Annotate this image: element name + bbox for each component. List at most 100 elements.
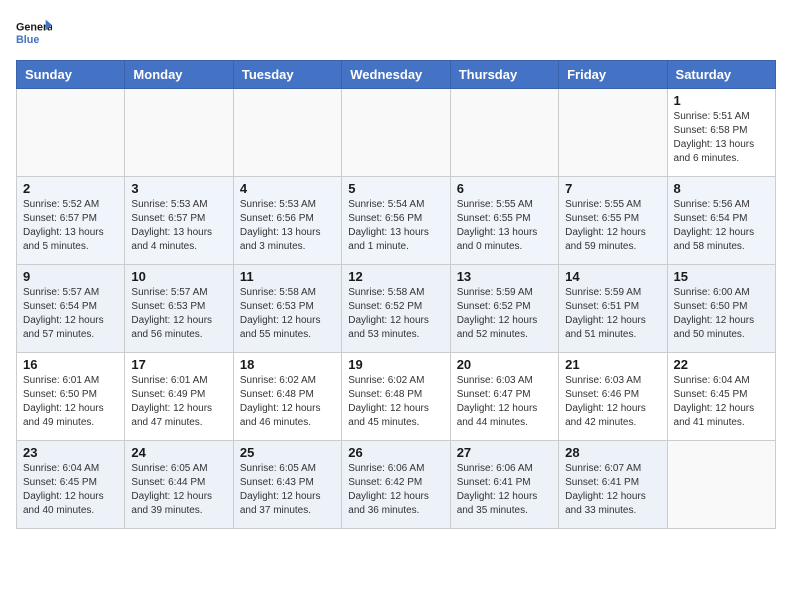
day-number: 27 xyxy=(457,445,552,460)
weekday-header-friday: Friday xyxy=(559,61,667,89)
day-number: 9 xyxy=(23,269,118,284)
week-row-3: 9 Sunrise: 5:57 AM Sunset: 6:54 PM Daylig… xyxy=(17,265,776,353)
day-cell: 7 Sunrise: 5:55 AM Sunset: 6:55 PM Daylig… xyxy=(559,177,667,265)
weekday-header-saturday: Saturday xyxy=(667,61,775,89)
day-cell: 25 Sunrise: 6:05 AM Sunset: 6:43 PM Dayli… xyxy=(233,441,341,529)
weekday-header-thursday: Thursday xyxy=(450,61,558,89)
day-cell: 17 Sunrise: 6:01 AM Sunset: 6:49 PM Dayli… xyxy=(125,353,233,441)
day-cell: 13Sunrise: 5:59 AM Sunset: 6:52 PM Dayli… xyxy=(450,265,558,353)
day-cell: 28 Sunrise: 6:07 AM Sunset: 6:41 PM Dayli… xyxy=(559,441,667,529)
calendar-table: SundayMondayTuesdayWednesdayThursdayFrid… xyxy=(16,60,776,529)
day-info: Sunrise: 5:57 AM Sunset: 6:53 PM Dayligh… xyxy=(131,286,226,342)
logo-icon: GeneralBlue xyxy=(16,16,52,52)
day-info: Sunrise: 6:06 AM Sunset: 6:42 PM Dayligh… xyxy=(348,462,443,518)
day-cell: 18 Sunrise: 6:02 AM Sunset: 6:48 PM Dayli… xyxy=(233,353,341,441)
day-cell: 12 Sunrise: 5:58 AM Sunset: 6:52 PM Dayli… xyxy=(342,265,450,353)
day-cell: 14 Sunrise: 5:59 AM Sunset: 6:51 PM Dayli… xyxy=(559,265,667,353)
day-number: 22 xyxy=(674,357,769,372)
svg-text:Blue: Blue xyxy=(16,34,39,46)
week-row-2: 2 Sunrise: 5:52 AM Sunset: 6:57 PM Daylig… xyxy=(17,177,776,265)
day-info: Sunrise: 5:57 AM Sunset: 6:54 PM Dayligh… xyxy=(23,286,118,342)
day-info: Sunrise: 5:59 AM Sunset: 6:52 PM Dayligh… xyxy=(457,286,552,342)
week-row-1: 1 Sunrise: 5:51 AM Sunset: 6:58 PM Daylig… xyxy=(17,89,776,177)
day-info: Sunrise: 5:52 AM Sunset: 6:57 PM Dayligh… xyxy=(23,198,118,254)
day-cell: 27 Sunrise: 6:06 AM Sunset: 6:41 PM Dayli… xyxy=(450,441,558,529)
day-info: Sunrise: 5:58 AM Sunset: 6:53 PM Dayligh… xyxy=(240,286,335,342)
day-cell xyxy=(450,89,558,177)
weekday-header-monday: Monday xyxy=(125,61,233,89)
day-cell: 11 Sunrise: 5:58 AM Sunset: 6:53 PM Dayli… xyxy=(233,265,341,353)
day-cell: 20Sunrise: 6:03 AM Sunset: 6:47 PM Dayli… xyxy=(450,353,558,441)
day-number: 11 xyxy=(240,269,335,284)
day-info: Sunrise: 6:03 AM Sunset: 6:46 PM Dayligh… xyxy=(565,374,660,430)
day-cell: 23 Sunrise: 6:04 AM Sunset: 6:45 PM Dayli… xyxy=(17,441,125,529)
week-row-4: 16 Sunrise: 6:01 AM Sunset: 6:50 PM Dayli… xyxy=(17,353,776,441)
day-number: 12 xyxy=(348,269,443,284)
page-header: GeneralBlue xyxy=(16,16,776,52)
day-number: 3 xyxy=(131,181,226,196)
day-info: Sunrise: 6:01 AM Sunset: 6:50 PM Dayligh… xyxy=(23,374,118,430)
day-number: 28 xyxy=(565,445,660,460)
day-number: 21 xyxy=(565,357,660,372)
day-cell: 8 Sunrise: 5:56 AM Sunset: 6:54 PM Daylig… xyxy=(667,177,775,265)
day-cell xyxy=(667,441,775,529)
day-info: Sunrise: 6:05 AM Sunset: 6:44 PM Dayligh… xyxy=(131,462,226,518)
day-info: Sunrise: 5:56 AM Sunset: 6:54 PM Dayligh… xyxy=(674,198,769,254)
day-number: 8 xyxy=(674,181,769,196)
day-cell: 3 Sunrise: 5:53 AM Sunset: 6:57 PM Daylig… xyxy=(125,177,233,265)
day-number: 23 xyxy=(23,445,118,460)
day-number: 18 xyxy=(240,357,335,372)
day-number: 16 xyxy=(23,357,118,372)
day-number: 17 xyxy=(131,357,226,372)
day-cell: 9 Sunrise: 5:57 AM Sunset: 6:54 PM Daylig… xyxy=(17,265,125,353)
day-info: Sunrise: 6:04 AM Sunset: 6:45 PM Dayligh… xyxy=(23,462,118,518)
logo: GeneralBlue xyxy=(16,16,52,52)
day-info: Sunrise: 6:01 AM Sunset: 6:49 PM Dayligh… xyxy=(131,374,226,430)
day-info: Sunrise: 5:59 AM Sunset: 6:51 PM Dayligh… xyxy=(565,286,660,342)
day-number: 1 xyxy=(674,93,769,108)
day-info: Sunrise: 6:00 AM Sunset: 6:50 PM Dayligh… xyxy=(674,286,769,342)
day-info: Sunrise: 5:55 AM Sunset: 6:55 PM Dayligh… xyxy=(457,198,552,254)
day-number: 10 xyxy=(131,269,226,284)
day-cell: 22 Sunrise: 6:04 AM Sunset: 6:45 PM Dayli… xyxy=(667,353,775,441)
day-info: Sunrise: 6:06 AM Sunset: 6:41 PM Dayligh… xyxy=(457,462,552,518)
day-cell: 15 Sunrise: 6:00 AM Sunset: 6:50 PM Dayli… xyxy=(667,265,775,353)
day-number: 2 xyxy=(23,181,118,196)
day-info: Sunrise: 5:51 AM Sunset: 6:58 PM Dayligh… xyxy=(674,110,769,166)
day-number: 26 xyxy=(348,445,443,460)
day-info: Sunrise: 5:54 AM Sunset: 6:56 PM Dayligh… xyxy=(348,198,443,254)
day-number: 6 xyxy=(457,181,552,196)
day-cell: 16 Sunrise: 6:01 AM Sunset: 6:50 PM Dayli… xyxy=(17,353,125,441)
day-cell: 24 Sunrise: 6:05 AM Sunset: 6:44 PM Dayli… xyxy=(125,441,233,529)
day-info: Sunrise: 5:58 AM Sunset: 6:52 PM Dayligh… xyxy=(348,286,443,342)
day-info: Sunrise: 6:04 AM Sunset: 6:45 PM Dayligh… xyxy=(674,374,769,430)
day-cell xyxy=(233,89,341,177)
weekday-header-wednesday: Wednesday xyxy=(342,61,450,89)
day-number: 5 xyxy=(348,181,443,196)
day-cell: 6 Sunrise: 5:55 AM Sunset: 6:55 PM Daylig… xyxy=(450,177,558,265)
day-number: 4 xyxy=(240,181,335,196)
day-info: Sunrise: 6:03 AM Sunset: 6:47 PM Dayligh… xyxy=(457,374,552,430)
day-cell: 2 Sunrise: 5:52 AM Sunset: 6:57 PM Daylig… xyxy=(17,177,125,265)
day-number: 14 xyxy=(565,269,660,284)
day-info: Sunrise: 5:55 AM Sunset: 6:55 PM Dayligh… xyxy=(565,198,660,254)
day-info: Sunrise: 5:53 AM Sunset: 6:56 PM Dayligh… xyxy=(240,198,335,254)
day-info: Sunrise: 5:53 AM Sunset: 6:57 PM Dayligh… xyxy=(131,198,226,254)
day-cell: 26 Sunrise: 6:06 AM Sunset: 6:42 PM Dayli… xyxy=(342,441,450,529)
day-cell: 21 Sunrise: 6:03 AM Sunset: 6:46 PM Dayli… xyxy=(559,353,667,441)
day-number: 7 xyxy=(565,181,660,196)
day-number: 24 xyxy=(131,445,226,460)
weekday-header-tuesday: Tuesday xyxy=(233,61,341,89)
day-cell xyxy=(342,89,450,177)
day-cell: 5 Sunrise: 5:54 AM Sunset: 6:56 PM Daylig… xyxy=(342,177,450,265)
weekday-header-sunday: Sunday xyxy=(17,61,125,89)
day-info: Sunrise: 6:02 AM Sunset: 6:48 PM Dayligh… xyxy=(240,374,335,430)
day-cell: 1 Sunrise: 5:51 AM Sunset: 6:58 PM Daylig… xyxy=(667,89,775,177)
day-cell: 19Sunrise: 6:02 AM Sunset: 6:48 PM Dayli… xyxy=(342,353,450,441)
day-number: 15 xyxy=(674,269,769,284)
day-number: 25 xyxy=(240,445,335,460)
day-cell xyxy=(125,89,233,177)
day-info: Sunrise: 6:07 AM Sunset: 6:41 PM Dayligh… xyxy=(565,462,660,518)
day-info: Sunrise: 6:05 AM Sunset: 6:43 PM Dayligh… xyxy=(240,462,335,518)
day-cell: 10 Sunrise: 5:57 AM Sunset: 6:53 PM Dayli… xyxy=(125,265,233,353)
